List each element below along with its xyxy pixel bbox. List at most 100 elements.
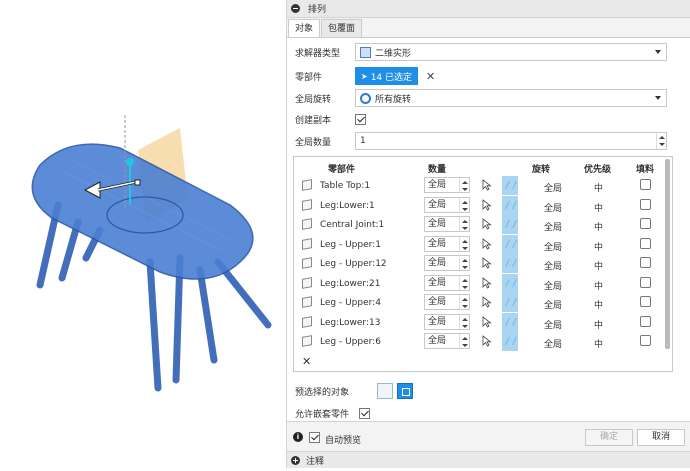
table-header: 零部件 数量 旋转 优先级 填料 [294,159,664,175]
quantity-stepper[interactable] [459,275,469,290]
table-row[interactable]: Leg - Upper:4 全局 全局 中 [294,293,664,312]
table-row[interactable]: Leg:Lower:1 全局 全局 中 [294,195,664,215]
quantity-stepper[interactable] [459,217,469,231]
quantity-stepper[interactable] [459,197,469,212]
quantity-input[interactable]: 全局 [424,313,470,330]
global-rotation-dropdown[interactable]: 所有旋转 [355,89,667,107]
table-row[interactable]: Leg - Upper:1 全局 全局 中 [294,234,664,254]
cursor-arrow-icon[interactable] [482,335,492,347]
quantity-input[interactable]: 全局 [424,255,470,271]
rotation-picker[interactable] [502,273,518,293]
quantity-value: 全局 [428,316,447,327]
global-quantity-input[interactable]: 1 [355,132,667,150]
quantity-stepper[interactable] [459,334,469,348]
global-rotation-row: 全局旋转 所有旋转 [287,87,690,109]
create-copies-checkbox[interactable] [355,113,366,125]
quantity-stepper[interactable] [656,133,666,149]
component-icon [302,198,312,211]
quantity-input[interactable]: 全局 [424,274,470,291]
table-row[interactable]: Leg:Lower:13 全局 全局 中 [294,312,664,332]
components-selection-count: 14 已选定 [370,72,413,83]
quantity-stepper[interactable] [459,178,469,192]
cursor-arrow-icon[interactable] [482,218,492,230]
rotation-picker[interactable] [502,234,518,254]
tab-objects[interactable]: 对象 [288,19,321,37]
priority-value[interactable]: 中 [594,240,603,253]
priority-value[interactable]: 中 [594,220,603,233]
priority-value[interactable]: 中 [594,201,603,214]
auto-preview-checkbox[interactable] [309,432,320,443]
fill-checkbox[interactable] [640,315,651,327]
col-header-fill: 填料 [636,165,655,175]
cursor-arrow-icon[interactable] [482,276,492,289]
quantity-input[interactable]: 全局 [424,216,470,232]
allow-nested-checkbox[interactable] [359,407,370,419]
fill-checkbox[interactable] [640,257,651,268]
table-row[interactable]: Leg - Upper:6 全局 全局 中 [294,332,664,351]
cursor-arrow-icon[interactable] [482,179,492,191]
cursor-arrow-icon[interactable] [482,237,492,250]
rotation-picker[interactable] [502,293,518,312]
quantity-stepper[interactable] [459,314,469,329]
cursor-arrow-icon[interactable] [482,198,492,211]
clear-selection-icon[interactable]: ✕ [426,70,435,83]
fill-checkbox[interactable] [640,218,651,229]
table-row[interactable]: Leg - Upper:12 全局 全局 中 [294,254,664,273]
component-name: Leg:Lower:13 [320,317,381,328]
quantity-input[interactable]: 全局 [424,196,470,213]
quantity-stepper[interactable] [459,256,469,270]
rotation-picker[interactable] [502,312,518,332]
fill-checkbox[interactable] [640,198,651,210]
rotation-picker[interactable] [502,195,518,215]
quantity-stepper[interactable] [459,295,469,309]
fill-checkbox[interactable] [640,276,651,288]
rotation-picker[interactable] [502,332,518,351]
cancel-button[interactable]: 取消 [637,429,685,446]
3d-viewport[interactable] [0,0,286,468]
pattern-dialog: 排列 对象 包覆面 求解器类型 二维实形 零部件 ➤ 14 已选定 ✕ 全局旋转… [286,0,690,468]
rotation-picker[interactable] [502,176,518,195]
cursor-arrow-icon[interactable] [482,296,492,308]
preselect-objects-icon[interactable] [397,383,413,399]
expand-icon[interactable] [291,455,300,465]
table-scrollbar[interactable] [665,159,670,349]
dialog-title-bar[interactable]: 排列 [287,0,690,18]
rotation-picker[interactable] [502,254,518,273]
remove-row-icon[interactable]: ✕ [302,355,311,368]
quantity-value: 全局 [428,238,447,249]
ok-button[interactable]: 确定 [585,429,633,446]
table-row[interactable]: Central Joint:1 全局 全局 中 [294,215,664,234]
global-rotation-label: 全局旋转 [295,94,332,105]
priority-value[interactable]: 中 [594,298,603,311]
cursor-arrow-icon[interactable] [482,257,492,269]
priority-value[interactable]: 中 [594,259,603,272]
fill-checkbox[interactable] [640,237,651,249]
tab-envelope[interactable]: 包覆面 [321,19,363,37]
priority-value[interactable]: 中 [594,337,603,350]
quantity-input[interactable]: 全局 [424,177,470,193]
rotation-icon [360,92,371,104]
fill-checkbox[interactable] [640,296,651,307]
solver-type-dropdown[interactable]: 二维实形 [355,43,667,61]
info-icon[interactable]: i [293,432,303,442]
component-name: Leg - Upper:4 [320,298,381,308]
quantity-stepper[interactable] [459,236,469,251]
preselected-buttons [377,383,417,399]
notes-section[interactable]: 注释 [287,451,690,468]
quantity-input[interactable]: 全局 [424,294,470,310]
select-objects-icon[interactable] [377,383,393,399]
quantity-input[interactable]: 全局 [424,235,470,252]
fill-checkbox[interactable] [640,335,651,346]
table-row[interactable]: Table Top:1 全局 全局 中 [294,176,664,195]
components-selection-button[interactable]: ➤ 14 已选定 [355,67,419,85]
rotation-picker[interactable] [502,215,518,234]
fill-checkbox[interactable] [640,179,651,190]
collapse-icon[interactable] [291,4,300,13]
priority-value[interactable]: 中 [594,181,603,194]
priority-value[interactable]: 中 [594,318,603,331]
cursor-arrow-icon[interactable] [482,315,492,328]
quantity-input[interactable]: 全局 [424,333,470,349]
table-row[interactable]: Leg:Lower:21 全局 全局 中 [294,273,664,293]
priority-value[interactable]: 中 [594,279,603,292]
rotation-value: 全局 [544,242,563,253]
